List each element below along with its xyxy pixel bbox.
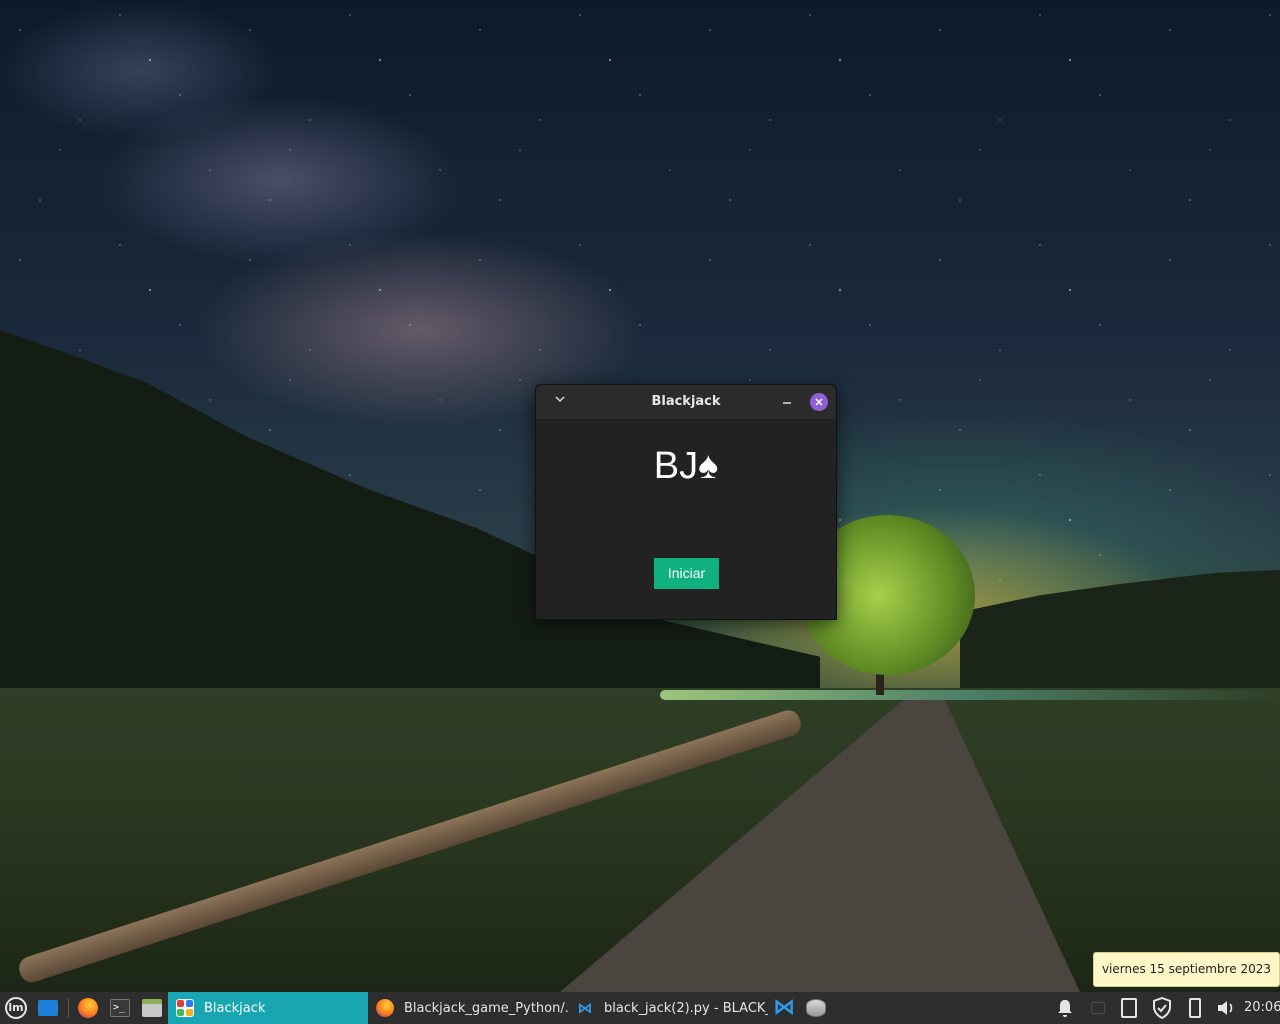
disks-icon[interactable] <box>804 996 828 1020</box>
task-vscode-file[interactable]: ⋈ black_jack(2).py - BLACK_... <box>568 992 769 1024</box>
blackjack-app-icon <box>176 999 194 1017</box>
taskbar: lm >_ Blackjack Blackjack_game_Python/..… <box>0 992 1280 1024</box>
blackjack-window: Blackjack BJ♠ Iniciar <box>535 384 837 620</box>
close-icon[interactable] <box>810 393 828 411</box>
taskbar-separator <box>68 998 69 1018</box>
start-button[interactable]: Iniciar <box>654 558 719 589</box>
date-tooltip: viernes 15 septiembre 2023 <box>1093 952 1280 987</box>
minimize-icon[interactable] <box>780 393 794 409</box>
battery-icon[interactable] <box>1183 996 1207 1020</box>
vscode-icon: ⋈ <box>577 999 593 1017</box>
app-logo-text: BJ♠ <box>653 445 719 487</box>
vscode-icon[interactable]: ⋈ <box>772 996 796 1020</box>
bell-icon[interactable] <box>1053 996 1077 1020</box>
task-blackjack[interactable]: Blackjack <box>168 992 368 1024</box>
task-label: black_jack(2).py - BLACK_... <box>604 1000 768 1016</box>
clock[interactable]: 20:06 <box>1244 992 1280 1024</box>
firefox-icon <box>376 999 394 1017</box>
clipboard-icon[interactable] <box>1117 996 1141 1020</box>
firefox-icon[interactable] <box>76 996 100 1020</box>
terminal-icon[interactable]: >_ <box>108 996 132 1020</box>
show-desktop-icon[interactable] <box>36 996 60 1020</box>
task-label: Blackjack_game_Python/... <box>404 1000 568 1016</box>
task-firefox-blackjack[interactable]: Blackjack_game_Python/... <box>368 992 568 1024</box>
files-icon[interactable] <box>140 996 164 1020</box>
window-titlebar[interactable]: Blackjack <box>536 385 836 419</box>
shield-icon[interactable] <box>1150 996 1174 1020</box>
window-icon[interactable] <box>1086 996 1110 1020</box>
linux-mint-menu-icon[interactable]: lm <box>4 996 28 1020</box>
window-content: BJ♠ Iniciar <box>536 419 836 619</box>
task-label: Blackjack <box>204 1000 266 1016</box>
wallpaper-glow <box>660 690 1280 700</box>
volume-icon[interactable] <box>1214 996 1238 1020</box>
